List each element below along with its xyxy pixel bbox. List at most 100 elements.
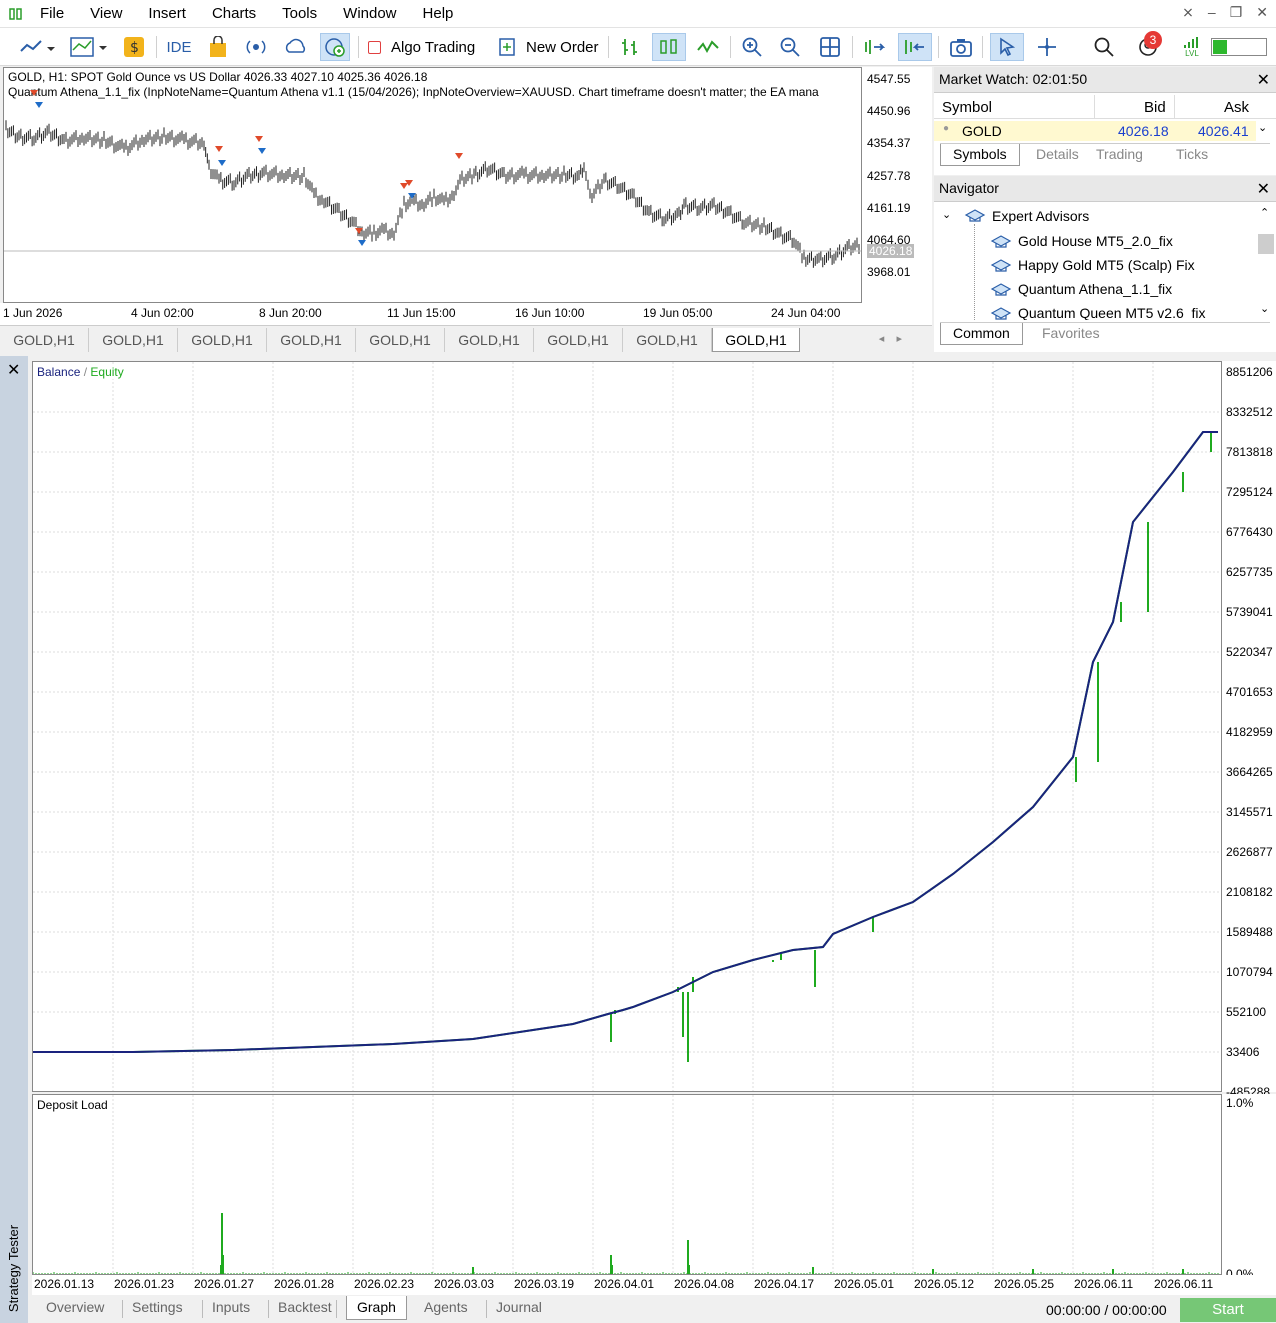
menu-file[interactable]: File bbox=[40, 5, 64, 22]
navigator-item[interactable]: Happy Gold MT5 (Scalp) Fix bbox=[990, 256, 1256, 278]
navigator-tab[interactable]: Common bbox=[940, 323, 1023, 345]
navigator-scrollbar[interactable]: ⌃ ⌄ bbox=[1256, 204, 1276, 320]
chart-tab[interactable]: GOLD,H1 bbox=[0, 328, 89, 352]
price-chart[interactable]: GOLD, H1: SPOT Gold Ounce vs US Dollar 4… bbox=[3, 67, 862, 303]
navigator-item[interactable]: Gold House MT5_2.0_fix bbox=[990, 232, 1256, 254]
crosshair-icon[interactable] bbox=[1032, 33, 1062, 61]
close-icon[interactable]: ✕ bbox=[1256, 4, 1268, 21]
signals-icon[interactable] bbox=[242, 33, 270, 61]
menu-insert[interactable]: Insert bbox=[148, 5, 186, 22]
menu-charts[interactable]: Charts bbox=[212, 5, 256, 22]
algo-trading-label: Algo Trading bbox=[391, 38, 476, 56]
chart-tab[interactable]: GOLD,H1 bbox=[178, 328, 267, 352]
market-watch-tab[interactable]: Ticks bbox=[1170, 144, 1220, 166]
chart-tab[interactable]: GOLD,H1 bbox=[445, 328, 534, 352]
ide-button[interactable]: IDE bbox=[164, 33, 194, 61]
chart-time-label: 19 Jun 05:00 bbox=[643, 306, 713, 320]
zoom-in-icon[interactable] bbox=[738, 33, 766, 61]
cloud-icon[interactable] bbox=[282, 33, 310, 61]
balance-axis-label: 5739041 bbox=[1226, 605, 1273, 619]
bar-chart-icon[interactable] bbox=[616, 33, 644, 61]
col-ask[interactable]: Ask bbox=[1224, 99, 1249, 116]
chart-tab[interactable]: GOLD,H1 bbox=[534, 328, 623, 352]
price-series bbox=[4, 90, 861, 268]
close-icon[interactable]: ✕ bbox=[1257, 70, 1270, 90]
zoom-out-icon[interactable] bbox=[776, 33, 804, 61]
tester-tab[interactable]: Backtest bbox=[278, 1299, 332, 1315]
deposit-axis: 1.0% 0.0% bbox=[1222, 1094, 1276, 1281]
search-icon[interactable] bbox=[1090, 33, 1118, 61]
market-watch-tab[interactable]: Symbols bbox=[940, 144, 1020, 166]
price-bars bbox=[5, 120, 860, 268]
equity-legend-label: Equity bbox=[90, 365, 124, 379]
app-icon bbox=[9, 8, 22, 20]
col-bid[interactable]: Bid bbox=[1144, 99, 1166, 116]
tree-line bbox=[974, 224, 975, 320]
chart-time-label: 8 Jun 20:00 bbox=[259, 306, 322, 320]
menu-tools[interactable]: Tools bbox=[282, 5, 317, 22]
balance-grid bbox=[33, 362, 1221, 1091]
tester-tab[interactable]: Inputs bbox=[212, 1299, 250, 1315]
market-bag-icon[interactable] bbox=[204, 33, 232, 61]
trade-marker-icon bbox=[218, 160, 226, 166]
restore-icon[interactable]: ❐ bbox=[1230, 4, 1243, 21]
start-button[interactable]: Start bbox=[1180, 1298, 1276, 1322]
screenshot-icon[interactable] bbox=[946, 33, 976, 61]
market-watch-tab[interactable]: Details bbox=[1030, 144, 1091, 166]
navigator-item[interactable]: Quantum Queen MT5 v2.6_fix bbox=[990, 304, 1256, 320]
tester-tab[interactable]: Overview bbox=[46, 1299, 104, 1315]
pin-icon[interactable]: ⨯ bbox=[1182, 4, 1194, 21]
vps-icon[interactable] bbox=[320, 33, 350, 61]
scroll-down-icon[interactable]: ⌄ bbox=[1258, 121, 1267, 134]
chart-tab[interactable]: GOLD,H1 bbox=[89, 328, 178, 352]
cursor-icon[interactable] bbox=[990, 33, 1024, 61]
market-watch-header: Market Watch: 02:01:50 ✕ bbox=[934, 67, 1276, 93]
notifications-icon[interactable]: 3 bbox=[1130, 31, 1166, 61]
close-icon[interactable]: ✕ bbox=[1257, 179, 1270, 199]
chart-time-axis: 1 Jun 2026 4 Jun 02:00 8 Jun 20:00 11 Jun 1… bbox=[0, 303, 932, 325]
autoscroll-icon[interactable] bbox=[898, 33, 932, 61]
tester-time-label: 2026.06.11 bbox=[1154, 1277, 1214, 1291]
chart-time-label: 1 Jun 2026 bbox=[3, 306, 63, 320]
new-order-label: New Order bbox=[526, 38, 599, 56]
new-order-button[interactable]: New Order bbox=[498, 33, 602, 61]
balance-chart: Balance / Equity bbox=[32, 361, 1222, 1092]
menu-window[interactable]: Window bbox=[343, 5, 396, 22]
dollar-icon[interactable]: $ bbox=[120, 33, 148, 61]
col-symbol[interactable]: Symbol bbox=[942, 99, 992, 116]
navigator-tab[interactable]: Favorites bbox=[1030, 323, 1112, 345]
tester-tab[interactable]: Graph bbox=[346, 1296, 407, 1320]
balance-axis-label: 7295124 bbox=[1226, 485, 1273, 499]
tile-windows-icon[interactable] bbox=[816, 33, 844, 61]
menu-view[interactable]: View bbox=[90, 5, 122, 22]
expert-advisors-label[interactable]: Expert Advisors bbox=[992, 208, 1089, 224]
tester-tab[interactable]: Settings bbox=[132, 1299, 183, 1315]
line-chart-icon[interactable] bbox=[14, 33, 60, 61]
tabs-scroll-arrows[interactable]: ◂ ▸ bbox=[879, 332, 902, 345]
market-watch-row[interactable]: ● GOLD 4026.18 4026.41 bbox=[934, 121, 1256, 141]
tester-time-label: 2026.04.08 bbox=[674, 1277, 735, 1291]
chart-tab[interactable]: GOLD,H1 bbox=[712, 328, 800, 352]
price-axis-label: 4257.78 bbox=[867, 168, 911, 183]
candlestick-icon[interactable] bbox=[652, 33, 686, 61]
balance-axis-label: 1589488 bbox=[1226, 925, 1273, 939]
chart-time-label: 11 Jun 15:00 bbox=[387, 306, 456, 320]
chevron-down-icon[interactable]: ⌄ bbox=[942, 208, 951, 221]
tester-tab[interactable]: Journal bbox=[496, 1299, 542, 1315]
menu-help[interactable]: Help bbox=[423, 5, 454, 22]
minimize-icon[interactable]: – bbox=[1208, 4, 1216, 21]
market-watch-tab[interactable]: Trading bbox=[1090, 144, 1155, 166]
navigator-item[interactable]: Quantum Athena_1.1_fix bbox=[990, 280, 1256, 302]
navigator-tabs: Common Favorites bbox=[940, 322, 1270, 346]
chart-tab[interactable]: GOLD,H1 bbox=[356, 328, 445, 352]
chart-tab[interactable]: GOLD,H1 bbox=[267, 328, 356, 352]
chart-shift-icon[interactable] bbox=[860, 33, 890, 61]
indicators-icon[interactable] bbox=[66, 33, 112, 61]
close-icon[interactable]: ✕ bbox=[7, 360, 20, 380]
chart-tab[interactable]: GOLD,H1 bbox=[623, 328, 712, 352]
market-watch-panel: Market Watch: 02:01:50 ✕ Symbol Bid Ask … bbox=[934, 67, 1276, 175]
tester-tab[interactable]: Agents bbox=[424, 1299, 468, 1315]
trade-marker-icon bbox=[455, 153, 463, 159]
line-mode-icon[interactable] bbox=[694, 33, 722, 61]
algo-trading-button[interactable]: Algo Trading bbox=[368, 33, 488, 61]
